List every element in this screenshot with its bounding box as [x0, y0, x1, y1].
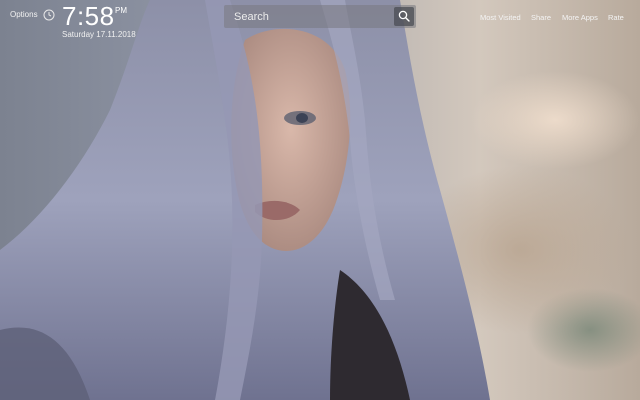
more-apps-link[interactable]: More Apps [562, 13, 598, 22]
search-icon [398, 10, 410, 22]
clock-icon[interactable] [43, 8, 55, 21]
share-link[interactable]: Share [531, 13, 551, 22]
search-input[interactable] [224, 5, 388, 28]
most-visited-link[interactable]: Most Visited [480, 13, 521, 22]
search-box [224, 5, 416, 28]
clock-time: 7:58 [62, 1, 115, 31]
options-link[interactable]: Options [10, 10, 38, 19]
clock-date: Saturday 17.11.2018 [62, 30, 136, 39]
search-button[interactable] [394, 7, 414, 26]
background-wallpaper [0, 0, 640, 400]
rate-link[interactable]: Rate [608, 13, 624, 22]
clock-ampm: PM [115, 6, 127, 15]
top-bar: Options 7:58 PM Saturday 17.11.2018 Most… [0, 0, 640, 44]
wallpaper-image [0, 0, 490, 400]
